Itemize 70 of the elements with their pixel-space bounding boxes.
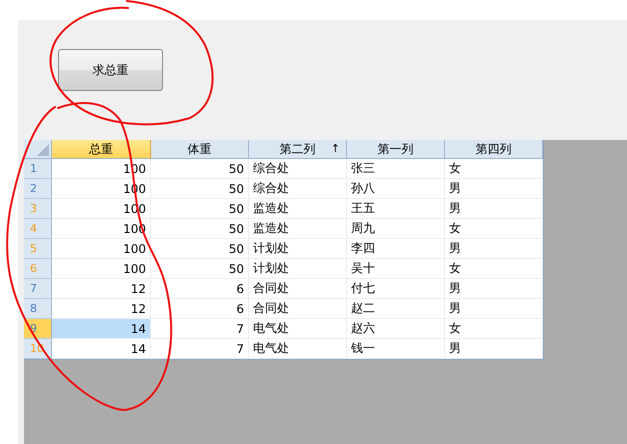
table-cell: 计划处 — [249, 239, 347, 259]
sort-arrow: ↑ — [330, 142, 340, 155]
table-cell: 赵六 — [347, 319, 445, 339]
table-cell: 钱一 — [347, 339, 445, 359]
table-cell: 女 — [445, 319, 543, 339]
row-number: 4 — [30, 222, 37, 235]
sum-button[interactable]: 求总重 — [58, 49, 163, 91]
table-cell: 合同处 — [249, 299, 347, 319]
table-cell: 周九 — [347, 219, 445, 239]
table-cell: 男 — [445, 279, 543, 299]
row-number: 7 — [30, 282, 37, 295]
table-cell: 女 — [445, 259, 543, 279]
row-header[interactable]: 8 — [24, 299, 52, 319]
column-header[interactable]: 体重 — [151, 140, 249, 159]
table-cell: 男 — [445, 339, 543, 359]
table-cell: 吴十 — [347, 259, 445, 279]
row-header[interactable]: 5 — [24, 239, 52, 259]
table-cell: 50 — [151, 259, 249, 279]
table-cell: 李四 — [347, 239, 445, 259]
row-number: 1 — [30, 162, 37, 175]
table-cell: 14 — [52, 339, 151, 359]
table-cell: 王五 — [347, 199, 445, 219]
table-cell: 7 — [151, 339, 249, 359]
table-cell: 女 — [445, 219, 543, 239]
table-cell: 50 — [151, 219, 249, 239]
table-cell: 付七 — [347, 279, 445, 299]
table-cell: 12 — [52, 299, 151, 319]
table-cell: 监造处 — [249, 199, 347, 219]
row-header[interactable]: 3 — [24, 199, 52, 219]
row-number: 2 — [30, 182, 37, 195]
table-cell: 12 — [52, 279, 151, 299]
row-header[interactable]: 4 — [24, 219, 52, 239]
table-cell: 男 — [445, 179, 543, 199]
row-number: 5 — [30, 242, 37, 255]
table-cell: 6 — [151, 299, 249, 319]
table-cell: 合同处 — [249, 279, 347, 299]
table-cell: 电气处 — [249, 339, 347, 359]
table-cell: 综合处 — [249, 179, 347, 199]
row-number: 6 — [30, 262, 37, 275]
table-cell: 50 — [151, 239, 249, 259]
table-cell: 男 — [445, 239, 543, 259]
table-cell: 张三 — [347, 159, 445, 179]
table-cell: 100 — [52, 259, 151, 279]
table-cell: 14 — [52, 319, 151, 339]
row-number: 3 — [30, 202, 37, 215]
row-header[interactable]: 6 — [24, 259, 52, 279]
table-cell: 监造处 — [249, 219, 347, 239]
row-number: 8 — [30, 302, 37, 315]
column-header[interactable]: 总重 — [52, 140, 151, 159]
row-header[interactable]: 7 — [24, 279, 52, 299]
table-cell: 50 — [151, 159, 249, 179]
table-cell: 电气处 — [249, 319, 347, 339]
table-cell: 孙八 — [347, 179, 445, 199]
table-cell: 女 — [445, 159, 543, 179]
select-all-icon[interactable] — [37, 144, 49, 156]
table-cell: 50 — [151, 199, 249, 219]
table-cell: 7 — [151, 319, 249, 339]
table-cell: 100 — [52, 239, 151, 259]
row-header[interactable]: 2 — [24, 179, 52, 199]
table-cell: 计划处 — [249, 259, 347, 279]
table-cell: 6 — [151, 279, 249, 299]
column-header[interactable]: 第二列 ↑ — [249, 140, 347, 159]
table-cell: 男 — [445, 199, 543, 219]
row-header[interactable]: 1 — [24, 159, 52, 179]
table-cell: 综合处 — [249, 159, 347, 179]
table-cell: 男 — [445, 299, 543, 319]
column-header[interactable]: 第四列 — [445, 140, 543, 159]
column-header[interactable]: 第一列 — [347, 140, 445, 159]
table-cell: 赵二 — [347, 299, 445, 319]
table-cell: 50 — [151, 179, 249, 199]
